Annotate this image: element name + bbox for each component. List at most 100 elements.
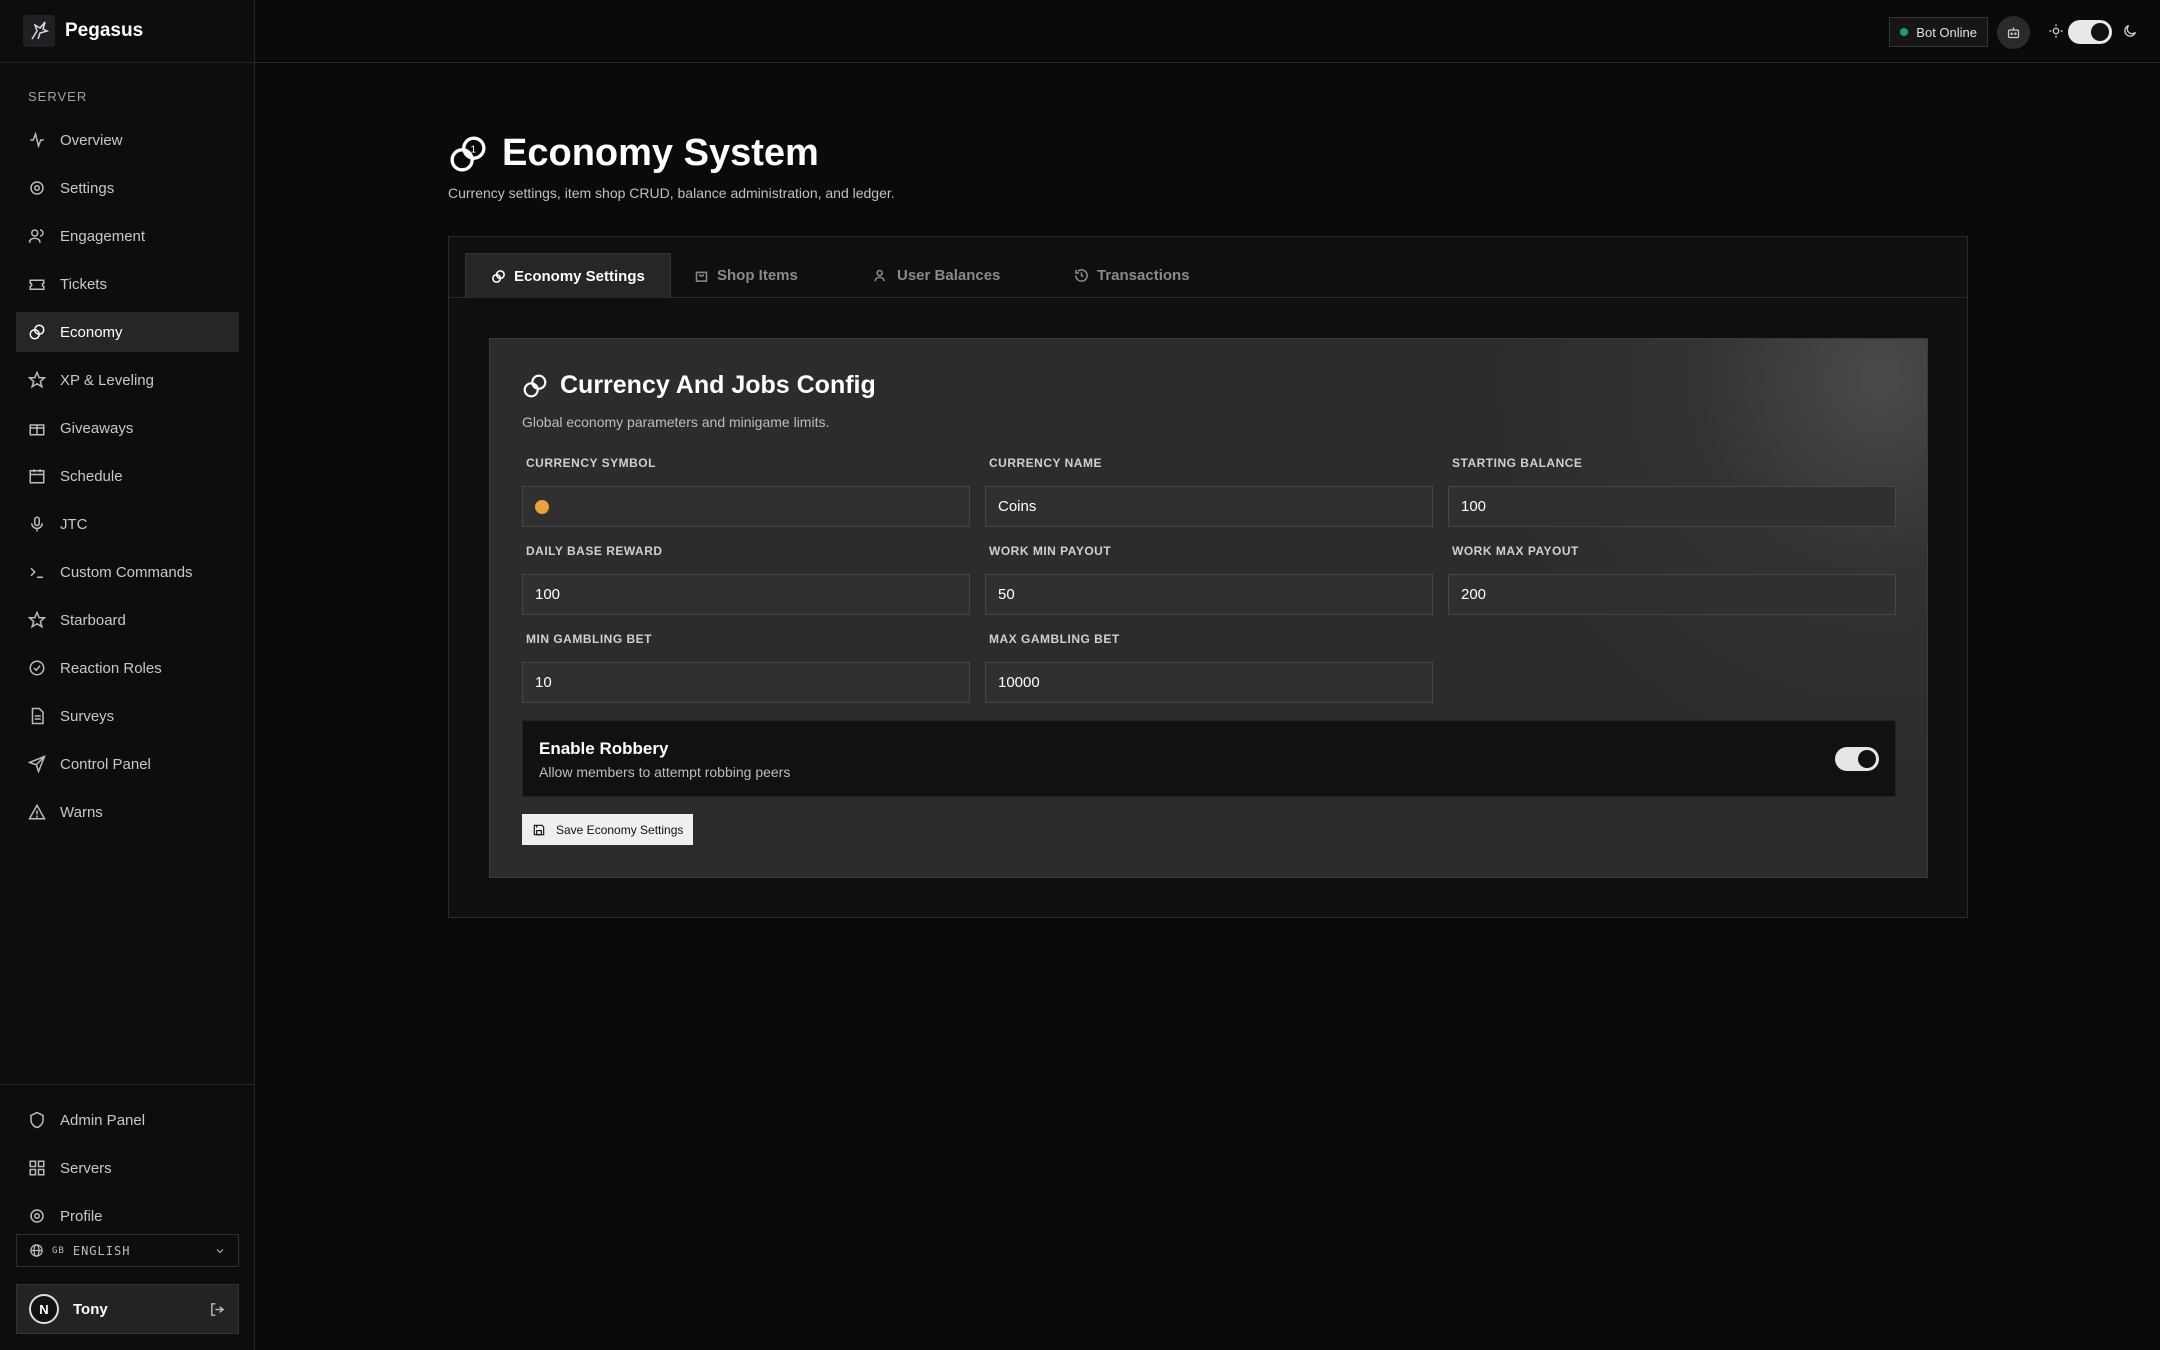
grid-icon (29, 1160, 45, 1176)
sidebar-item-settings[interactable]: Settings (16, 168, 239, 208)
sidebar: Pegasus SERVER Overview Settings Engagem… (0, 0, 255, 1350)
svg-text:1: 1 (471, 144, 477, 155)
bot-status-label: Bot Online (1916, 24, 1977, 40)
max-gambling-bet-field[interactable]: 10000 (985, 662, 1433, 703)
sidebar-item-xp-leveling[interactable]: XP & Leveling (16, 360, 239, 400)
robbery-description: Allow members to attempt robbing peers (539, 764, 791, 780)
sidebar-item-surveys[interactable]: Surveys (16, 696, 239, 736)
tab-economy-settings[interactable]: Economy Settings (465, 253, 671, 298)
min-gambling-bet-label: MIN GAMBLING BET (526, 632, 652, 646)
bot-status-badge: Bot Online (1889, 17, 1988, 47)
work-min-payout-field[interactable]: 50 (985, 574, 1433, 615)
tab-label: User Balances (897, 267, 1001, 284)
gear-icon (30, 181, 44, 195)
star-icon (28, 371, 46, 389)
sidebar-bottom-nav: Admin Panel Servers Profile (16, 1100, 239, 1244)
daily-base-reward-label: DAILY BASE REWARD (526, 544, 663, 558)
history-icon (1075, 269, 1088, 282)
language-flag: GB (52, 1245, 65, 1256)
page-subtitle: Currency settings, item shop CRUD, balan… (448, 185, 895, 201)
sidebar-item-warns[interactable]: Warns (16, 792, 239, 832)
mic-icon (31, 516, 43, 532)
sidebar-item-label: Schedule (60, 467, 123, 485)
brand[interactable]: Pegasus (0, 0, 254, 63)
save-economy-settings-button[interactable]: Save Economy Settings (522, 814, 694, 845)
sidebar-item-label: Warns (60, 803, 103, 821)
sidebar-item-label: Custom Commands (60, 563, 193, 581)
sidebar-item-engagement[interactable]: Engagement (16, 216, 239, 256)
sidebar-item-custom-commands[interactable]: Custom Commands (16, 552, 239, 592)
sidebar-item-tickets[interactable]: Tickets (16, 264, 239, 304)
terminal-icon (30, 567, 43, 578)
sidebar-item-servers[interactable]: Servers (16, 1148, 239, 1188)
save-icon (533, 824, 545, 835)
work-max-payout-field[interactable]: 200 (1448, 574, 1896, 615)
sidebar-item-label: Admin Panel (60, 1111, 146, 1129)
currency-name-field[interactable]: Coins (985, 486, 1433, 527)
status-dot (1900, 28, 1909, 36)
topbar: Bot Online (255, 0, 2160, 63)
tab-transactions[interactable]: Transactions (1049, 253, 1215, 298)
sidebar-item-label: Surveys (60, 707, 115, 725)
starting-balance-field[interactable]: 100 (1448, 486, 1896, 527)
users-icon (874, 269, 885, 282)
user-card[interactable]: N Tony (16, 1284, 239, 1334)
toggle-knob (1858, 750, 1876, 768)
bot-button[interactable] (1997, 16, 2030, 49)
save-button-label: Save Economy Settings (556, 822, 684, 837)
chevron-down-icon (216, 1248, 224, 1253)
tab-bar: Economy Settings Shop Items User Balance… (449, 237, 1967, 298)
document-icon (31, 707, 44, 725)
logout-icon[interactable] (209, 1301, 226, 1318)
sidebar-item-label: XP & Leveling (60, 371, 154, 389)
sidebar-item-label: JTC (60, 515, 88, 533)
moon-icon (2124, 25, 2136, 37)
tab-label: Transactions (1097, 267, 1190, 284)
ticket-icon (29, 279, 45, 290)
sidebar-item-jtc[interactable]: JTC (16, 504, 239, 544)
starting-balance-label: STARTING BALANCE (1452, 456, 1583, 470)
tab-label: Shop Items (717, 267, 798, 284)
robbery-title: Enable Robbery (539, 739, 669, 758)
currency-config-card: Currency And Jobs Config Global economy … (489, 338, 1928, 878)
sidebar-item-control-panel[interactable]: Control Panel (16, 744, 239, 784)
work-max-payout-label: WORK MAX PAYOUT (1452, 544, 1579, 558)
min-gambling-bet-field[interactable]: 10 (522, 662, 970, 703)
currency-symbol-field[interactable] (522, 486, 970, 527)
coins-icon (492, 269, 505, 283)
language-select[interactable]: GB ENGLISH (16, 1234, 239, 1267)
economy-panel: Economy Settings Shop Items User Balance… (448, 236, 1968, 918)
sidebar-divider (0, 1084, 255, 1085)
coins-icon (523, 374, 547, 397)
work-min-payout-label: WORK MIN PAYOUT (989, 544, 1112, 558)
sidebar-item-profile[interactable]: Profile (16, 1196, 239, 1236)
sidebar-item-label: Starboard (60, 611, 126, 629)
sidebar-item-reaction-roles[interactable]: Reaction Roles (16, 648, 239, 688)
sidebar-item-starboard[interactable]: Starboard (16, 600, 239, 640)
toggle-knob (2091, 23, 2109, 41)
sidebar-item-schedule[interactable]: Schedule (16, 456, 239, 496)
coins-icon: 1 (450, 136, 486, 171)
sidebar-item-label: Reaction Roles (60, 659, 162, 677)
sidebar-item-economy[interactable]: Economy (16, 312, 239, 352)
brand-name: Pegasus (65, 20, 144, 41)
daily-base-reward-field[interactable]: 100 (522, 574, 970, 615)
tab-user-balances[interactable]: User Balances (849, 253, 1025, 298)
sidebar-item-admin-panel[interactable]: Admin Panel (16, 1100, 239, 1140)
currency-symbol-label: CURRENCY SYMBOL (526, 456, 656, 470)
tab-shop-items[interactable]: Shop Items (669, 253, 823, 298)
sidebar-item-overview[interactable]: Overview (16, 120, 239, 160)
max-gambling-bet-label: MAX GAMBLING BET (989, 632, 1120, 646)
bag-icon (695, 271, 708, 282)
theme-toggle[interactable] (2068, 20, 2112, 44)
robbery-toggle[interactable] (1835, 747, 1879, 771)
sidebar-nav: Overview Settings Engagement Tickets Eco… (16, 120, 239, 840)
sidebar-item-label: Tickets (60, 275, 107, 293)
language-label: ENGLISH (72, 1243, 131, 1258)
sidebar-item-label: Engagement (60, 227, 146, 245)
shield-icon (30, 1111, 44, 1129)
gear-icon (30, 1209, 44, 1223)
currency-name-label: CURRENCY NAME (989, 456, 1102, 470)
star-icon (28, 611, 46, 629)
sidebar-item-giveaways[interactable]: Giveaways (16, 408, 239, 448)
